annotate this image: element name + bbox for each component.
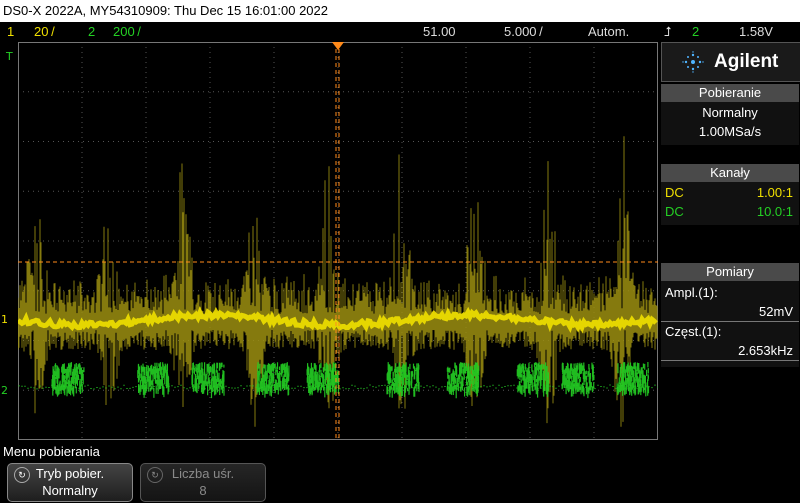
- side-panel: Agilent Pobieranie Normalny 1.00MSa/s Ka…: [660, 42, 800, 440]
- menu-bar: Menu pobierania ↻ Tryb pobier. Normalny …: [0, 442, 800, 503]
- ch1-number[interactable]: 1: [7, 22, 14, 41]
- measurements-section: Pomiary Ampl.(1): 52mV Częst.(1): 2.653k…: [661, 263, 799, 367]
- trigger-level[interactable]: 1.58V: [739, 22, 773, 41]
- sample-rate: 1.00MSa/s: [698, 124, 762, 139]
- softkey2-label: Liczba uśr.: [171, 466, 235, 481]
- waveform-display[interactable]: [18, 42, 658, 440]
- brand-name: Agilent: [714, 51, 779, 72]
- menu-title: Menu pobierania: [3, 444, 100, 459]
- acquisition-title: Pobieranie: [661, 84, 799, 102]
- time-position[interactable]: 51.00: [423, 22, 456, 41]
- ch2-burst: [561, 362, 595, 399]
- ch2-probe: 10.0:1: [756, 204, 793, 219]
- trigger-mode[interactable]: Autom.: [588, 22, 629, 41]
- meas2-label: Częst.(1):: [665, 324, 722, 339]
- trigger-marker: T: [6, 50, 13, 63]
- channels-title: Kanały: [661, 164, 799, 182]
- ch2-coupling: DC: [665, 204, 684, 219]
- averages-softkey[interactable]: ↻ Liczba uśr. 8: [140, 463, 266, 502]
- ch1-scale[interactable]: 20 /: [34, 22, 55, 41]
- title-bar: DS0-X 2022A, MY54310909: Thu Dec 15 16:0…: [0, 0, 800, 22]
- ch1-probe: 1.00:1: [756, 185, 793, 200]
- ch2-burst: [306, 362, 340, 398]
- channels-section: Kanały DC 1.00:1 DC 10.0:1: [661, 164, 799, 225]
- ch2-scale[interactable]: 200 /: [113, 22, 141, 41]
- meas1-label: Ampl.(1):: [665, 285, 718, 300]
- status-bar: 1 20 / 2 200 / 51.00 5.000 / Autom. ⮥ 2 …: [0, 22, 800, 41]
- ch1-ground-marker[interactable]: 1: [1, 313, 8, 326]
- ch1-coupling: DC: [665, 185, 684, 200]
- ch2-burst: [386, 362, 420, 398]
- spark-icon: [682, 51, 704, 73]
- trigger-position-marker: [332, 42, 344, 50]
- ch2-burst: [446, 362, 480, 399]
- ch2-burst: [516, 362, 550, 398]
- ch2-burst: [191, 362, 225, 399]
- meas2-value: 2.653kHz: [738, 343, 793, 358]
- ch2-burst: [51, 362, 85, 397]
- ch2-ground-marker[interactable]: 2: [1, 384, 8, 397]
- window-title: DS0-X 2022A, MY54310909: Thu Dec 15 16:0…: [3, 3, 328, 18]
- measurements-title: Pomiary: [661, 263, 799, 281]
- softkey2-value: 8: [199, 483, 207, 498]
- trigger-source[interactable]: 2: [692, 22, 699, 41]
- trigger-edge-icon: ⮥: [664, 24, 672, 39]
- acquire-mode-softkey[interactable]: ↻ Tryb pobier. Normalny: [7, 463, 133, 502]
- ch2-burst: [137, 362, 170, 398]
- acquisition-section: Pobieranie Normalny 1.00MSa/s: [661, 84, 799, 145]
- ch2-number[interactable]: 2: [88, 22, 95, 41]
- time-scale[interactable]: 5.000 /: [504, 22, 543, 41]
- softkey1-value: Normalny: [42, 483, 98, 498]
- waveform-svg: [18, 42, 658, 440]
- meas1-value: 52mV: [759, 304, 793, 319]
- brand-logo: Agilent: [661, 42, 800, 82]
- acquisition-mode: Normalny: [702, 105, 758, 120]
- softkey1-label: Tryb pobier.: [35, 466, 105, 481]
- ch2-burst: [616, 362, 650, 397]
